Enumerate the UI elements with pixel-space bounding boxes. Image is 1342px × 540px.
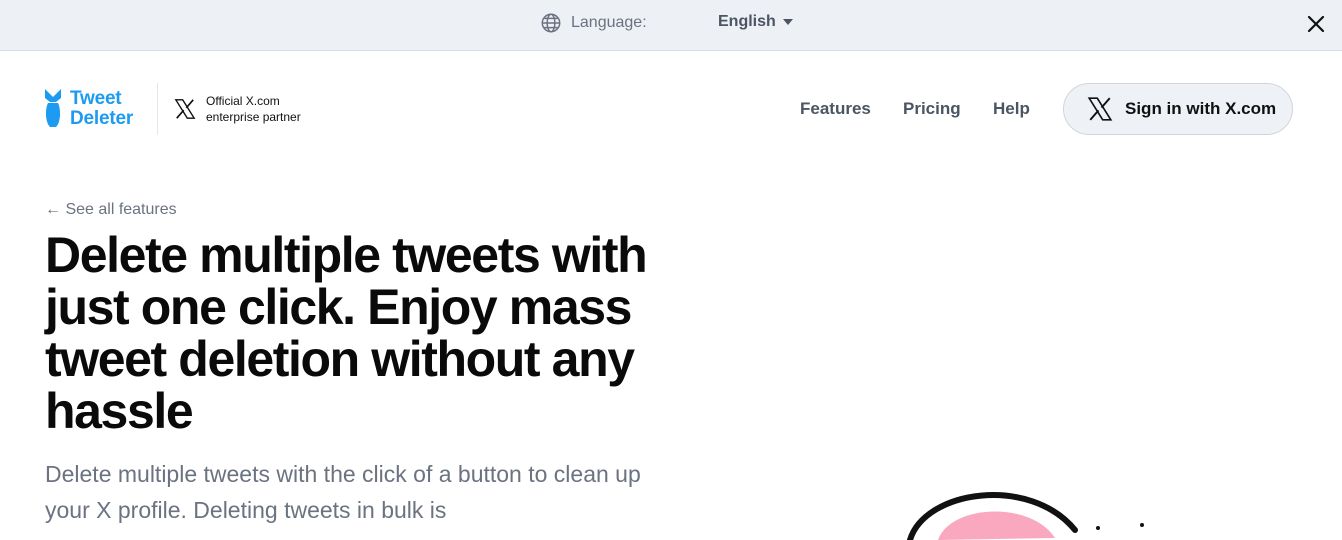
header-divider: [157, 83, 158, 135]
logo-text-line2: Deleter: [70, 108, 134, 129]
chevron-down-icon: [782, 19, 793, 25]
bomb-icon: [45, 89, 61, 127]
globe-icon: [541, 13, 561, 33]
sign-in-button[interactable]: Sign in with X.com: [1063, 83, 1293, 135]
language-dropdown[interactable]: English: [718, 13, 793, 31]
logo-text-line1: Tweet: [70, 88, 122, 109]
language-bar: Language: English: [0, 0, 1342, 51]
tweet-deleter-logo[interactable]: Tweet Deleter: [44, 89, 133, 129]
partner-line1: Official X.com: [206, 94, 280, 108]
language-label: Language:: [571, 14, 647, 31]
nav-help[interactable]: Help: [993, 99, 1030, 119]
partner-line2: enterprise partner: [206, 110, 301, 124]
mascot-illustration: [907, 492, 1144, 540]
partner-badge: Official X.com enterprise partner: [174, 93, 301, 125]
sign-in-label: Sign in with X.com: [1125, 99, 1277, 118]
nav-pricing[interactable]: Pricing: [903, 99, 961, 119]
see-all-features-link[interactable]: ← See all features: [45, 201, 177, 219]
language-selected: English: [718, 13, 776, 30]
x-logo-icon: [1087, 97, 1113, 121]
nav-features[interactable]: Features: [800, 99, 871, 119]
page-title: Delete multiple tweets with just one cli…: [45, 227, 648, 439]
x-logo-icon: [174, 99, 196, 119]
close-icon[interactable]: [1304, 12, 1328, 36]
hero-description: Delete multiple tweets with the click of…: [45, 461, 641, 523]
